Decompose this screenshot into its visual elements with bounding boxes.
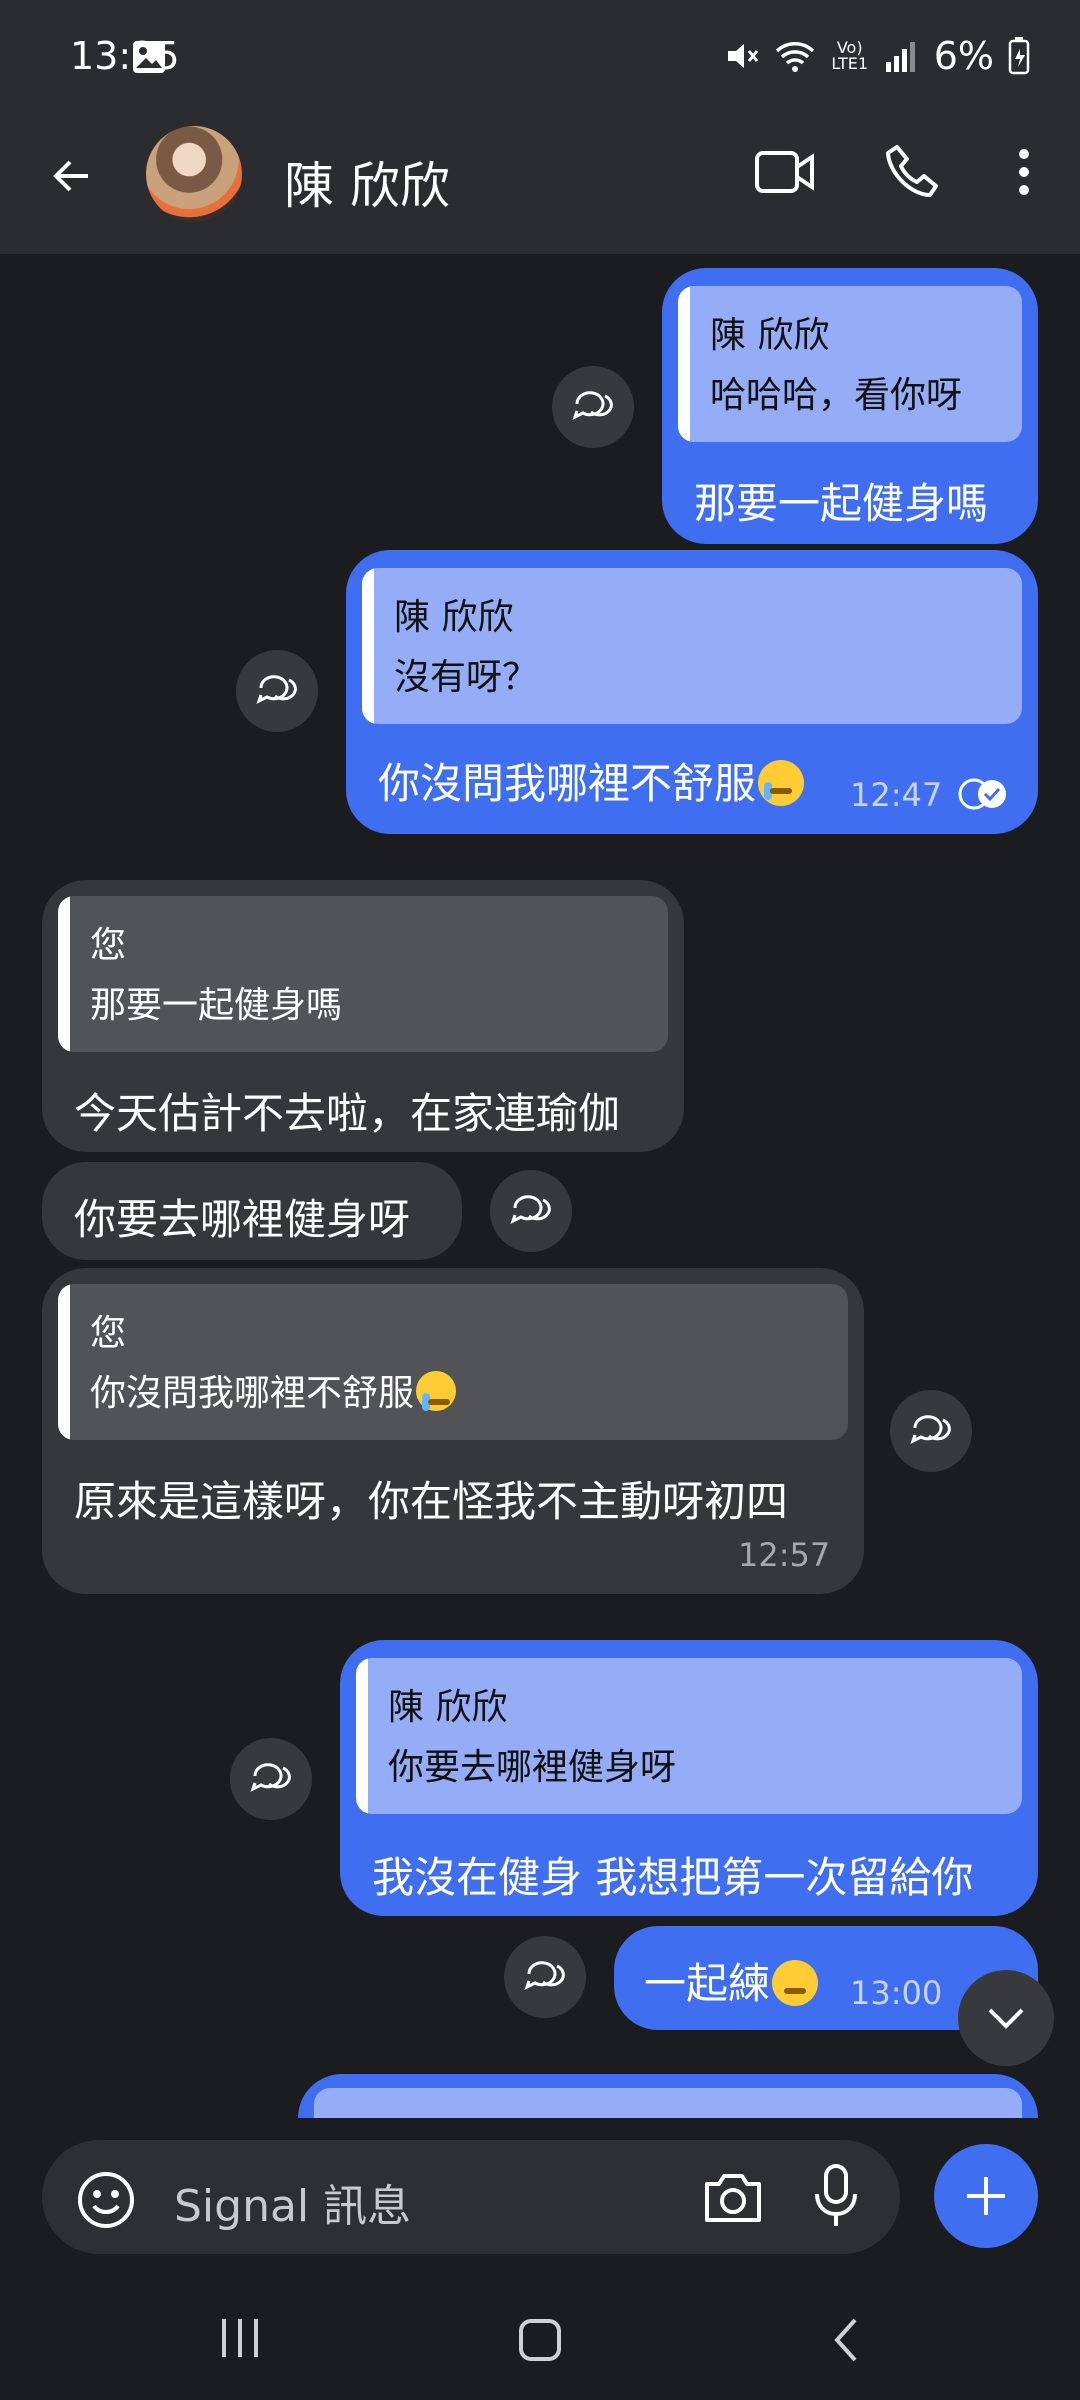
- recent-apps-button[interactable]: [210, 2312, 270, 2364]
- message-time: 12:47: [850, 776, 943, 814]
- quote-author: 陳 欣欣: [710, 315, 830, 356]
- compose-input-container[interactable]: [42, 2140, 900, 2254]
- video-call-icon: [755, 151, 814, 193]
- camera-button[interactable]: [700, 2164, 766, 2230]
- reaction-button[interactable]: [552, 366, 634, 448]
- avatar[interactable]: [146, 126, 242, 222]
- reaction-button[interactable]: [490, 1170, 572, 1252]
- system-back-button[interactable]: [820, 2312, 870, 2368]
- voice-note-button[interactable]: [806, 2160, 866, 2232]
- plus-icon: [967, 2177, 1005, 2215]
- quote-text: 那要一起健身嗎: [90, 985, 343, 1026]
- message-bubble-incoming[interactable]: 你要去哪裡健身呀: [42, 1162, 462, 1260]
- reaction-icon: [510, 1195, 551, 1224]
- more-options-button[interactable]: [1004, 144, 1044, 200]
- crying-emoji: [416, 1371, 457, 1411]
- quoted-message[interactable]: 陳 欣欣 你要去哪裡健身呀: [356, 1658, 1022, 1814]
- quoted-message[interactable]: 陳 欣欣 哈哈哈，看你呀: [678, 286, 1022, 442]
- home-icon: [519, 2319, 561, 2361]
- camera-icon: [705, 2174, 761, 2222]
- reaction-button[interactable]: [504, 1936, 586, 2018]
- quote-text: 哈哈哈，看你呀: [710, 375, 963, 416]
- smiling-emoji: [772, 1960, 819, 2006]
- message-time: 12:57: [738, 1536, 831, 1574]
- message-bubble-outgoing[interactable]: 陳 欣欣 哈哈哈，看你呀 那要一起健身嗎: [662, 268, 1038, 544]
- reaction-icon: [524, 1961, 565, 1990]
- reaction-button[interactable]: [236, 650, 318, 732]
- reaction-icon: [572, 391, 613, 420]
- message-text: 我沒在健身 我想把第一次留給你: [372, 1853, 974, 1902]
- crying-emoji: [758, 760, 805, 806]
- quote-author: 陳 欣欣: [388, 1687, 508, 1728]
- status-icons: Vo) LTE1 6%: [722, 34, 1030, 78]
- recent-apps-icon: [222, 2319, 258, 2357]
- message-text: 那要一起健身嗎: [694, 479, 989, 528]
- video-call-button[interactable]: [750, 142, 820, 202]
- quote-bar: [58, 1284, 70, 1440]
- mic-icon: [815, 2164, 857, 2226]
- quote-bar: [678, 286, 690, 442]
- message-time: 13:00: [850, 1974, 943, 2012]
- message-text: 你沒問我哪裡不舒服: [378, 759, 757, 808]
- message-bubble-incoming[interactable]: 您 你沒問我哪裡不舒服 原來是這樣呀，你在怪我不主動呀初四 12:57: [42, 1268, 864, 1594]
- reaction-icon: [256, 675, 297, 704]
- attachment-button[interactable]: [934, 2144, 1038, 2248]
- reaction-button[interactable]: [230, 1738, 312, 1820]
- wifi-icon: [775, 42, 814, 72]
- quote-bar: [58, 896, 70, 1052]
- phone-icon: [886, 145, 938, 197]
- emoji-button[interactable]: [72, 2166, 140, 2234]
- more-vert-icon: [1019, 149, 1029, 195]
- battery-percent: 6%: [933, 34, 994, 78]
- network-label: Vo) LTE1: [831, 38, 869, 73]
- quoted-message[interactable]: 您 你沒問我哪裡不舒服: [58, 1284, 848, 1440]
- message-text: 原來是這樣呀，你在怪我不主動呀初四: [74, 1477, 789, 1526]
- quote-author: 您: [90, 1313, 127, 1354]
- quote-text: 你要去哪裡健身呀: [388, 1747, 677, 1788]
- back-button[interactable]: [44, 148, 100, 204]
- reaction-icon: [910, 1415, 951, 1444]
- message-bubble-outgoing[interactable]: 陳 欣欣 沒有呀？ 你沒問我哪裡不舒服 12:47: [346, 550, 1038, 834]
- chevron-down-icon: [988, 2008, 1024, 2029]
- chevron-left-icon: [834, 2318, 857, 2362]
- quote-author: 您: [90, 925, 127, 966]
- message-text: 一起練: [644, 1959, 771, 2008]
- scroll-to-bottom-button[interactable]: [958, 1970, 1054, 2066]
- gallery-notification-icon: [132, 40, 166, 78]
- message-text: 今天估計不去啦，在家連瑜伽: [74, 1089, 621, 1138]
- signal-icon: [885, 42, 915, 72]
- message-bubble-outgoing[interactable]: 陳 欣欣 你要去哪裡健身呀 我沒在健身 我想把第一次留給你: [340, 1640, 1038, 1916]
- quoted-message[interactable]: 您 那要一起健身嗎: [58, 896, 668, 1052]
- message-input[interactable]: Signal 訊息: [174, 2170, 411, 2234]
- reaction-button[interactable]: [890, 1390, 972, 1472]
- reaction-icon: [250, 1763, 291, 1792]
- message-bubble-incoming[interactable]: 您 那要一起健身嗎 今天估計不去啦，在家連瑜伽: [42, 880, 684, 1152]
- home-button[interactable]: [512, 2312, 568, 2368]
- read-receipt-icon: [958, 778, 1006, 810]
- emoji-icon: [78, 2172, 134, 2228]
- quoted-message[interactable]: 陳 欣欣 沒有呀？: [362, 568, 1022, 724]
- mute-icon: [727, 44, 758, 68]
- voice-call-button[interactable]: [880, 140, 944, 204]
- battery-icon: [1008, 37, 1030, 75]
- contact-name[interactable]: 陳 欣欣: [284, 146, 450, 218]
- quote-bar: [362, 568, 374, 724]
- quote-bar: [356, 1658, 368, 1814]
- quote-author: 陳 欣欣: [394, 597, 514, 638]
- arrow-left-icon: [53, 160, 88, 192]
- quote-text: 你沒問我哪裡不舒服: [90, 1373, 415, 1414]
- quote-text: 沒有呀？: [394, 657, 539, 698]
- message-text: 你要去哪裡健身呀: [74, 1195, 411, 1244]
